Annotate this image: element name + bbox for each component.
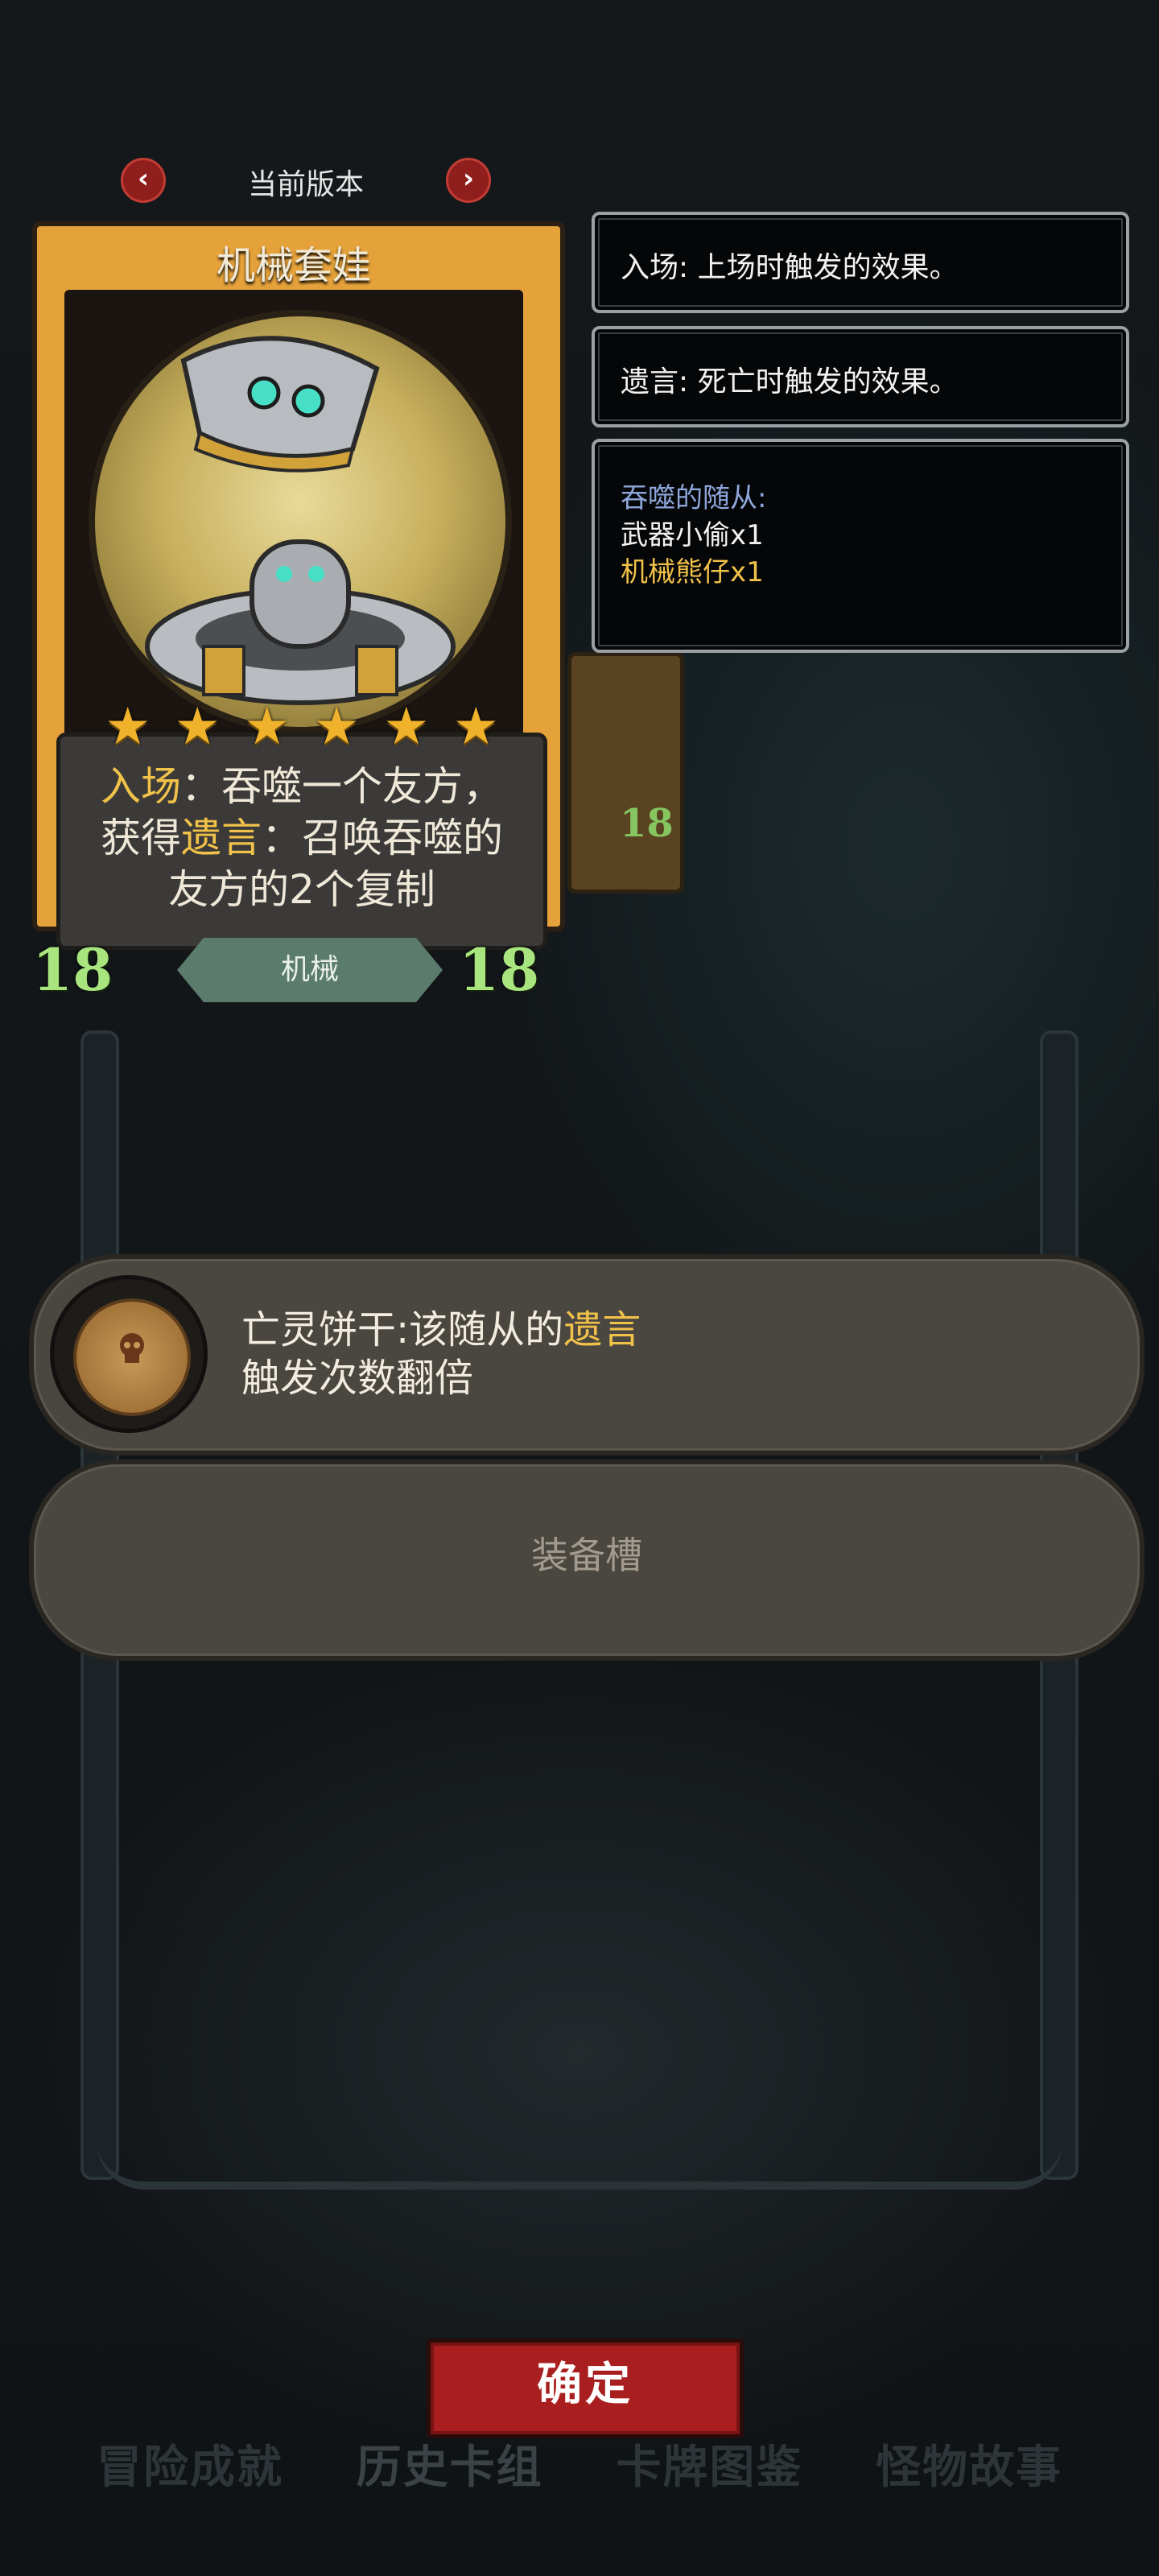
star-icon: ★	[105, 697, 151, 757]
tab-monster-stories[interactable]: 怪物故事	[876, 2431, 1062, 2496]
attack-stat: 18	[32, 926, 113, 1014]
star-icon: ★	[313, 697, 360, 757]
bottom-tabs: 冒险成就 历史卡组 卡牌图鉴 怪物故事	[97, 2431, 1062, 2496]
tooltip-devoured: 吞噬的随从: 武器小偷x1 机械熊仔x1	[592, 439, 1129, 653]
tooltip-deathrattle: 遗言: 死亡时触发的效果。	[592, 326, 1129, 427]
version-selector: ‹ 当前版本 ›	[121, 153, 491, 203]
devoured-item: 机械熊仔x1	[621, 556, 764, 588]
keyword-deathrattle: 遗言	[181, 815, 262, 861]
equipment-description: 亡灵饼干:该随从的遗言 触发次数翻倍	[241, 1307, 641, 1401]
tribe-label: 机械	[177, 938, 443, 1002]
skull-biscuit-icon	[50, 1275, 208, 1433]
card-portrait	[89, 310, 512, 733]
card-description: 入场：吞噬一个友方， 获得遗言：召唤吞噬的 友方的2个复制	[101, 763, 503, 913]
tab-history-decks[interactable]: 历史卡组	[357, 2431, 543, 2496]
devoured-item: 武器小偷x1	[621, 519, 764, 551]
back-card-health: 18	[620, 801, 674, 846]
robot-doll-bottom-icon	[145, 539, 456, 705]
card-name: 机械套娃	[216, 243, 371, 288]
health-stat: 18	[459, 926, 539, 1014]
star-icon: ★	[174, 697, 221, 757]
back-card: 18	[567, 652, 684, 894]
skull-icon	[120, 1333, 144, 1363]
confirm-button[interactable]: 确定	[427, 2339, 744, 2438]
tooltip-battlecry: 入场: 上场时触发的效果。	[592, 212, 1129, 313]
card-description-box: 入场：吞噬一个友方， 获得遗言：召唤吞噬的 友方的2个复制	[56, 733, 547, 950]
minion-card[interactable]: 机械套娃 入场：吞噬一个友方， 获得遗言：召唤吞噬的 友方的2个复制 ★ ★ ★…	[16, 217, 571, 1038]
star-icon: ★	[383, 697, 430, 757]
equipment-slot-label: 装备槽	[531, 1534, 642, 1577]
tab-card-collection[interactable]: 卡牌图鉴	[616, 2431, 802, 2496]
equipment-slot-filled[interactable]: 亡灵饼干:该随从的遗言 触发次数翻倍	[29, 1254, 1145, 1455]
tab-achievements[interactable]: 冒险成就	[97, 2431, 283, 2496]
star-icon: ★	[244, 697, 291, 757]
frame-bottom	[97, 2061, 1062, 2190]
star-icon: ★	[452, 697, 499, 757]
equipment-slot-empty[interactable]: 装备槽	[29, 1459, 1145, 1661]
chevron-right-icon[interactable]: ›	[446, 158, 491, 203]
robot-doll-top-icon	[180, 336, 380, 473]
devoured-title: 吞噬的随从:	[621, 482, 767, 514]
version-label: 当前版本	[247, 168, 364, 201]
keyword-deathrattle: 遗言	[563, 1307, 641, 1352]
keyword-battlecry: 入场	[101, 763, 181, 810]
star-rating: ★ ★ ★ ★ ★ ★	[105, 699, 499, 755]
